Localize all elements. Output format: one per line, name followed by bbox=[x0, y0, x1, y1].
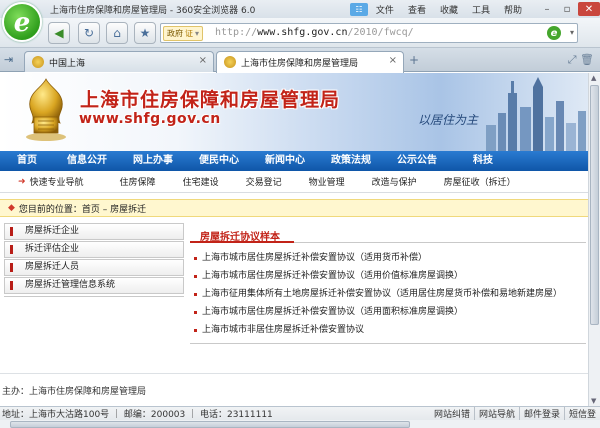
quick-nav-renovation-protection[interactable]: 改造与保护 bbox=[372, 175, 417, 188]
close-button[interactable]: ✕ bbox=[578, 2, 600, 16]
home-icon[interactable]: ⌂ bbox=[106, 22, 128, 44]
menu-view[interactable]: 查看 bbox=[408, 3, 426, 16]
list-item[interactable]: 上海市城市居住房屋拆迁补偿安置协议（适用货币补偿） bbox=[190, 249, 586, 267]
left-menu-item-demolition-companies[interactable]: 房屋拆迁企业 bbox=[4, 223, 184, 240]
quick-nav-transaction-registration[interactable]: 交易登记 bbox=[246, 175, 282, 188]
left-menu-item-appraisal-companies[interactable]: 拆迁评估企业 bbox=[4, 241, 184, 258]
status-area: 地址：上海市大沽路100号 ｜ 邮编：200003 ｜ 电话：23111111 … bbox=[0, 406, 600, 428]
tab-favicon bbox=[224, 56, 236, 68]
quick-nav: ➜ 快速专业导航 住房保障 住宅建设 交易登记 物业管理 改造与保护 房屋征收（… bbox=[0, 171, 588, 193]
site-banner: 上海市住房保障和房屋管理局 www.shfg.gov.cn 以居住为主 bbox=[0, 73, 588, 151]
maximize-button[interactable]: ▫ bbox=[558, 2, 576, 16]
ie-compat-icon[interactable]: e bbox=[547, 26, 561, 40]
horizontal-scrollbar-thumb[interactable] bbox=[10, 421, 410, 428]
scroll-down-icon[interactable]: ▼ bbox=[591, 397, 596, 405]
nav-technology[interactable]: 科技 bbox=[450, 151, 516, 171]
back-icon[interactable]: ◀ bbox=[48, 22, 70, 44]
city-emblem-icon bbox=[26, 78, 66, 141]
site-name: 上海市住房保障和房屋管理局 bbox=[80, 89, 341, 111]
scrollbar-thumb[interactable] bbox=[590, 85, 599, 325]
badge-dropdown-icon: ▾ bbox=[195, 29, 200, 38]
menu-help[interactable]: 帮助 bbox=[504, 3, 522, 16]
scroll-up-icon[interactable]: ▲ bbox=[591, 74, 596, 82]
horizontal-scrollbar[interactable] bbox=[0, 420, 600, 428]
left-menu-item-management-system[interactable]: 房屋拆迁管理信息系统 bbox=[4, 277, 184, 294]
quick-nav-property-management[interactable]: 物业管理 bbox=[309, 175, 345, 188]
left-menu: 房屋拆迁企业 拆迁评估企业 房屋拆迁人员 房屋拆迁管理信息系统 bbox=[4, 223, 184, 297]
address-dropdown-icon[interactable]: ▾ bbox=[570, 28, 574, 37]
cert-icon: 证 bbox=[185, 29, 193, 38]
site-url: www.shfg.gov.cn bbox=[79, 111, 221, 127]
footer-link-mail-login[interactable]: 邮件登录 bbox=[518, 407, 564, 420]
nav-home[interactable]: 首页 bbox=[0, 151, 54, 171]
address-bar[interactable]: 政府 证 ▾ http://www.shfg.gov.cn/2010/fwcq/… bbox=[160, 23, 578, 43]
breadcrumb: ◆ 您目前的位置：首页 – 房屋拆迁 bbox=[0, 199, 588, 217]
footer-link-sms[interactable]: 短信登 bbox=[563, 407, 600, 420]
agreement-samples-panel: 房屋拆迁协议样本 上海市城市居住房屋拆迁补偿安置协议（适用货币补偿） 上海市城市… bbox=[190, 223, 586, 344]
list-item[interactable]: 上海市城市居住房屋拆迁补偿安置协议（适用价值标准房屋调换） bbox=[190, 267, 586, 285]
list-item[interactable]: 上海市城市非居住房屋拆迁补偿安置协议 bbox=[190, 321, 586, 339]
tab-favicon bbox=[32, 56, 44, 68]
panel-header: 房屋拆迁协议样本 bbox=[190, 223, 586, 243]
tab-close-icon[interactable]: × bbox=[389, 55, 397, 66]
browser-logo-icon[interactable]: e bbox=[2, 2, 42, 42]
quick-nav-expropriation[interactable]: 房屋征收（拆迁） bbox=[444, 175, 516, 188]
menu-tools[interactable]: 工具 bbox=[472, 3, 490, 16]
refresh-icon[interactable]: ↻ bbox=[78, 22, 100, 44]
title-bar: 上海市住房保障和房屋管理局 - 360安全浏览器 6.0 ☷ 文件 查看 收藏 … bbox=[0, 0, 600, 18]
breadcrumb-text: 您目前的位置：首页 – 房屋拆迁 bbox=[18, 204, 147, 215]
agreement-list: 上海市城市居住房屋拆迁补偿安置协议（适用货币补偿） 上海市城市居住房屋拆迁补偿安… bbox=[190, 249, 586, 339]
favorite-star-icon[interactable]: ★ bbox=[134, 22, 156, 44]
new-tab-button[interactable]: + bbox=[406, 53, 422, 68]
main-nav: 首页 信息公开 网上办事 便民中心 新闻中心 政策法规 公示公告 科技 bbox=[0, 151, 588, 171]
skin-icon[interactable]: ☷ bbox=[349, 2, 368, 16]
footer-address: 地址：上海市大沽路100号 ｜ 邮编：200003 ｜ 电话：23111111 bbox=[2, 410, 273, 420]
nav-convenience[interactable]: 便民中心 bbox=[186, 151, 252, 171]
nav-news[interactable]: 新闻中心 bbox=[252, 151, 318, 171]
quick-nav-residential-construction[interactable]: 住宅建设 bbox=[183, 175, 219, 188]
minimize-button[interactable]: – bbox=[538, 2, 556, 16]
vertical-scrollbar[interactable]: ▲ ▼ bbox=[588, 73, 600, 406]
panel-divider bbox=[190, 343, 586, 344]
quick-nav-label: 快速专业导航 bbox=[29, 178, 84, 188]
footer-link-site-nav[interactable]: 网站导航 bbox=[473, 407, 519, 420]
city-skyline-image bbox=[486, 77, 586, 151]
footer-link-error-report[interactable]: 网站纠错 bbox=[430, 407, 474, 420]
site-slogan: 以居住为主 bbox=[418, 113, 479, 127]
nav-notices[interactable]: 公示公告 bbox=[384, 151, 450, 171]
list-item[interactable]: 上海市城市居住房屋拆迁补偿安置协议（适用面积标准房屋调换） bbox=[190, 303, 586, 321]
url-text[interactable]: http://www.shfg.gov.cn/2010/fwcq/ bbox=[215, 27, 414, 38]
footer-sponsor: 主办：上海市住房保障和房屋管理局 bbox=[2, 387, 147, 397]
tab-shfg[interactable]: 上海市住房保障和房屋管理局 × bbox=[216, 51, 404, 73]
list-item[interactable]: 上海市征用集体所有土地房屋拆迁补偿安置协议（适用居住房屋货币补偿和易地新建房屋） bbox=[190, 285, 586, 303]
menu-bar: ☷ 文件 查看 收藏 工具 帮助 – ▫ ✕ bbox=[349, 0, 600, 18]
window-title: 上海市住房保障和房屋管理局 - 360安全浏览器 6.0 bbox=[50, 6, 256, 16]
footer-links: 网站纠错 网站导航 邮件登录 短信登 bbox=[430, 407, 600, 420]
tab-china-shanghai[interactable]: 中国上海 × bbox=[24, 51, 214, 72]
left-menu-divider bbox=[4, 296, 184, 297]
tab-bar: ⇥ 中国上海 × 上海市住房保障和房屋管理局 × + ⤢ 🗑 bbox=[0, 48, 600, 73]
nav-online-service[interactable]: 网上办事 bbox=[120, 151, 186, 171]
web-page: 上海市住房保障和房屋管理局 www.shfg.gov.cn 以居住为主 首页 信… bbox=[0, 73, 588, 406]
page-footer: 主办：上海市住房保障和房屋管理局 bbox=[0, 373, 588, 406]
panel-title: 房屋拆迁协议样本 bbox=[200, 232, 280, 243]
toolbar: ◀ ↻ ⌂ ★ 政府 证 ▾ http://www.shfg.gov.cn/20… bbox=[0, 18, 600, 48]
tab-tools-icon[interactable]: ⤢ 🗑 bbox=[568, 53, 594, 67]
quick-nav-housing-security[interactable]: 住房保障 bbox=[120, 175, 156, 188]
arrow-right-icon: ➜ bbox=[18, 176, 26, 187]
nav-info-public[interactable]: 信息公开 bbox=[54, 151, 120, 171]
location-pin-icon: ◆ bbox=[8, 203, 15, 213]
nav-policy[interactable]: 政策法规 bbox=[318, 151, 384, 171]
tab-close-icon[interactable]: × bbox=[199, 55, 207, 66]
menu-file[interactable]: 文件 bbox=[376, 3, 394, 16]
gov-site-badge[interactable]: 政府 证 ▾ bbox=[163, 26, 204, 41]
left-menu-item-demolition-staff[interactable]: 房屋拆迁人员 bbox=[4, 259, 184, 276]
menu-favorites[interactable]: 收藏 bbox=[440, 3, 458, 16]
sidebar-toggle-icon[interactable]: ⇥ bbox=[4, 53, 13, 66]
